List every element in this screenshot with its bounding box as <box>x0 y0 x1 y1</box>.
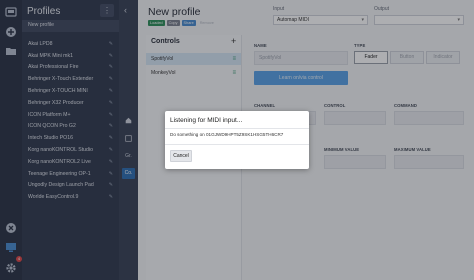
dialog-divider <box>165 144 309 145</box>
cancel-button[interactable]: Cancel <box>170 150 192 162</box>
midi-listen-dialog: Listening for MIDI input... Do something… <box>165 111 309 169</box>
dialog-divider <box>165 128 309 129</box>
dialog-message: Do something on 01GJWD9HPT5Z9SK1HSG5TH6C… <box>170 132 284 137</box>
dialog-title: Listening for MIDI input... <box>170 117 243 124</box>
app-window: 4 Profiles ⋮ New profile Akai LPD8 ✎ Akai M… <box>0 0 474 280</box>
